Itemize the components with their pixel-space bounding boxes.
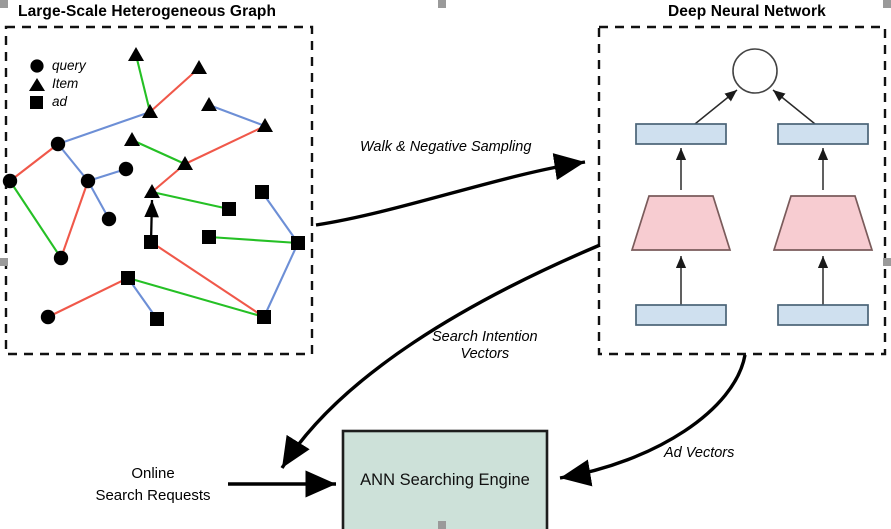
dnn-input-bar bbox=[635, 304, 727, 326]
selection-handle[interactable] bbox=[438, 521, 446, 529]
legend-label-item: Item bbox=[52, 76, 79, 91]
node-ad bbox=[222, 202, 236, 216]
label-online-search-requests: Online Search Requests bbox=[88, 463, 218, 507]
label-requests-line2: Search Requests bbox=[95, 487, 211, 504]
edge-green bbox=[127, 276, 265, 319]
circle-marker bbox=[30, 59, 44, 73]
edge-blue bbox=[208, 104, 266, 127]
legend-label-query: query bbox=[52, 58, 86, 73]
selection-handle[interactable] bbox=[883, 258, 891, 266]
selection-handle[interactable] bbox=[438, 0, 446, 8]
node-query bbox=[40, 309, 56, 325]
edge-red bbox=[9, 143, 59, 182]
node-ad bbox=[291, 236, 305, 250]
edge-green bbox=[9, 180, 62, 259]
label-search-intention-line1: Search Intention bbox=[432, 329, 538, 345]
node-ad bbox=[202, 230, 216, 244]
edge-red bbox=[150, 241, 265, 318]
selection-handle[interactable] bbox=[0, 0, 8, 8]
dnn-trapezoid bbox=[630, 195, 732, 251]
edge-red bbox=[184, 125, 266, 165]
edge-red bbox=[47, 277, 129, 318]
node-ad bbox=[144, 235, 158, 249]
dnn-input-bar bbox=[777, 304, 869, 326]
node-ad bbox=[257, 310, 271, 324]
node-query bbox=[80, 173, 96, 189]
edge-blue bbox=[263, 242, 299, 318]
label-walk-negative-sampling: Walk & Negative Sampling bbox=[360, 139, 532, 155]
dnn-merge-line-right bbox=[772, 89, 821, 129]
edge-green bbox=[208, 235, 299, 245]
diagram-canvas: Large-Scale Heterogeneous Graph Deep Neu… bbox=[0, 0, 891, 529]
label-search-intention-line2: Vectors bbox=[460, 346, 510, 362]
legend-markers bbox=[29, 59, 45, 109]
dnn-merge-circle bbox=[732, 48, 778, 94]
selection-handle[interactable] bbox=[883, 0, 891, 8]
edge-green bbox=[131, 139, 186, 165]
legend-label-ad: ad bbox=[52, 94, 68, 109]
edge-green bbox=[134, 54, 152, 113]
edge-blue bbox=[261, 191, 299, 244]
graph-nodes bbox=[2, 47, 305, 326]
dnn-internals bbox=[630, 48, 874, 326]
node-query bbox=[50, 136, 66, 152]
node-item bbox=[128, 47, 144, 61]
node-query bbox=[101, 211, 117, 227]
node-item bbox=[177, 156, 193, 170]
triangle-marker bbox=[29, 78, 45, 91]
label-requests-line1: Online bbox=[131, 465, 175, 482]
dnn-output-bar bbox=[635, 123, 727, 145]
node-item bbox=[124, 132, 140, 146]
label-search-intention-vectors: Search Intention Vectors bbox=[432, 329, 538, 363]
node-query bbox=[2, 173, 18, 189]
square-marker bbox=[30, 96, 43, 109]
node-query bbox=[118, 161, 134, 177]
dnn-output-bar bbox=[777, 123, 869, 145]
dnn-merge-line-left bbox=[689, 89, 738, 129]
ann-searching-engine-box[interactable] bbox=[341, 429, 549, 529]
node-ad bbox=[121, 271, 135, 285]
edge-red bbox=[149, 67, 200, 113]
edge-blue bbox=[57, 111, 151, 145]
dnn-trapezoid bbox=[772, 195, 874, 251]
selection-handle[interactable] bbox=[0, 258, 8, 266]
node-item bbox=[191, 60, 207, 74]
node-ad bbox=[255, 185, 269, 199]
node-ad bbox=[150, 312, 164, 326]
node-item bbox=[201, 97, 217, 111]
edge-green bbox=[151, 190, 230, 211]
node-query bbox=[53, 250, 69, 266]
label-ad-vectors: Ad Vectors bbox=[664, 445, 735, 461]
diagram-svg bbox=[2, 25, 887, 529]
edge-red bbox=[60, 180, 89, 259]
flow-walk-negative-sampling bbox=[315, 153, 586, 227]
